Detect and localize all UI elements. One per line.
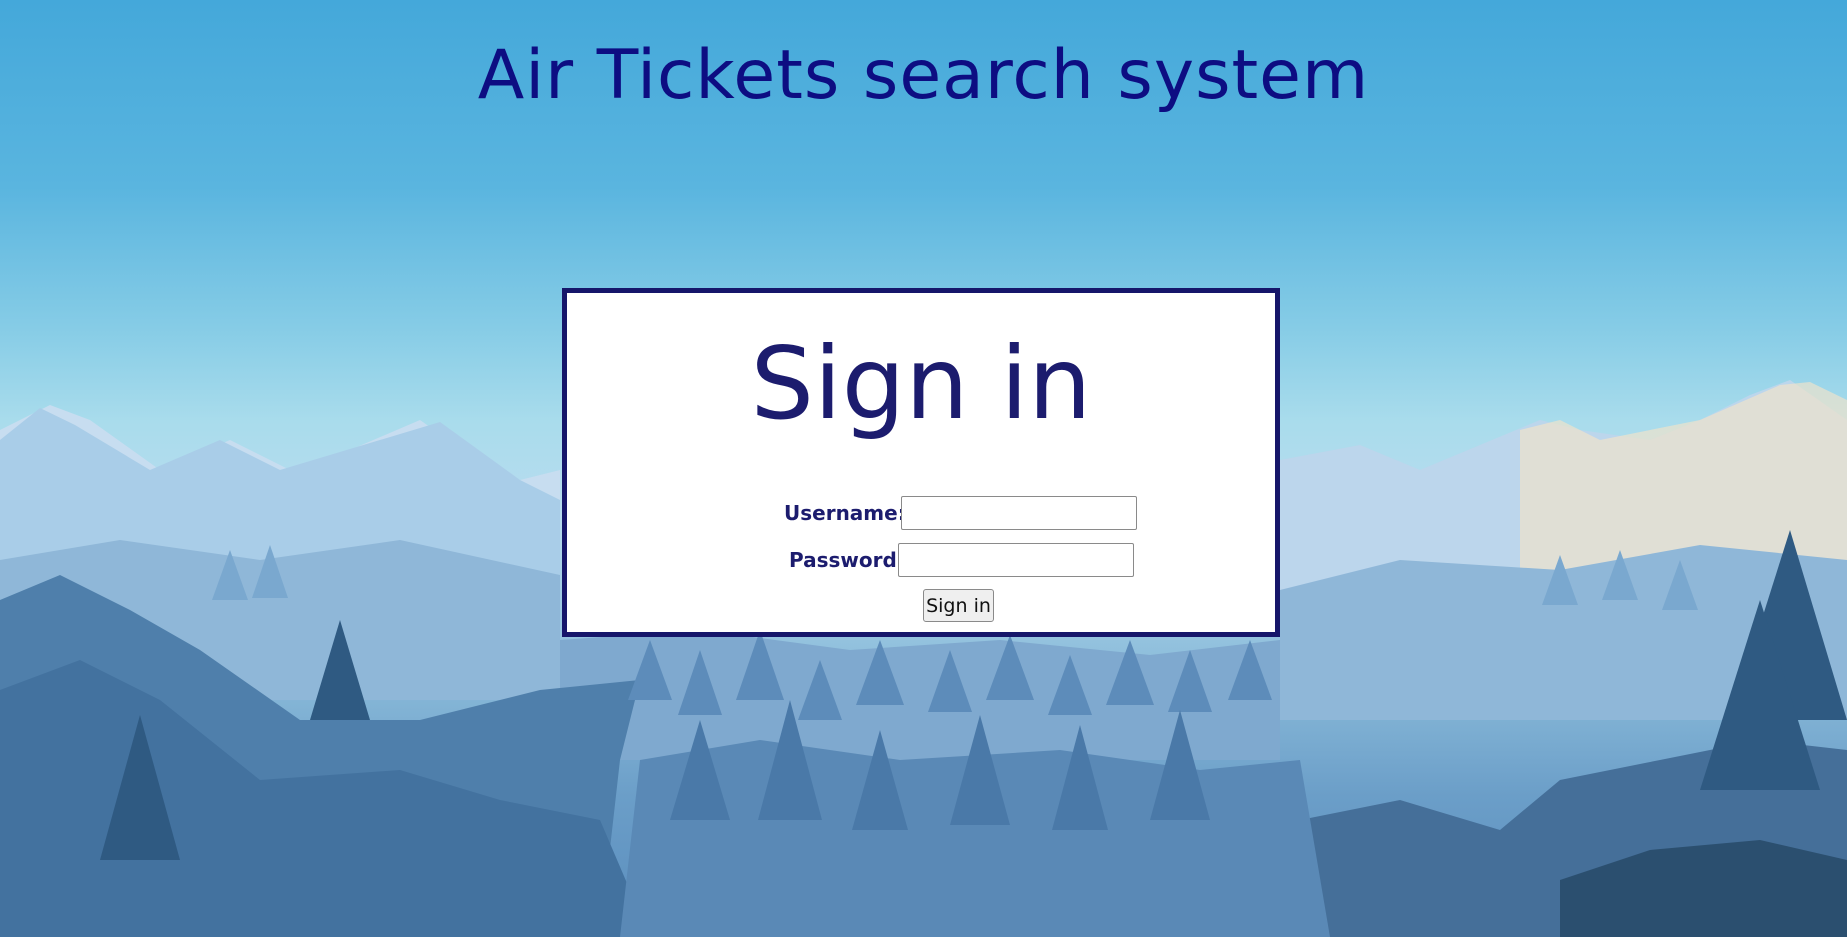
password-label: Password: <box>789 548 905 572</box>
signin-button[interactable]: Sign in <box>923 589 994 622</box>
page-title: Air Tickets search system <box>477 36 1370 115</box>
password-input[interactable] <box>898 543 1134 577</box>
username-input[interactable] <box>901 496 1137 530</box>
signin-form: Sign in Username: Password: Sign in <box>562 288 1280 637</box>
signin-heading: Sign in <box>750 325 1092 442</box>
username-label: Username: <box>784 501 906 525</box>
